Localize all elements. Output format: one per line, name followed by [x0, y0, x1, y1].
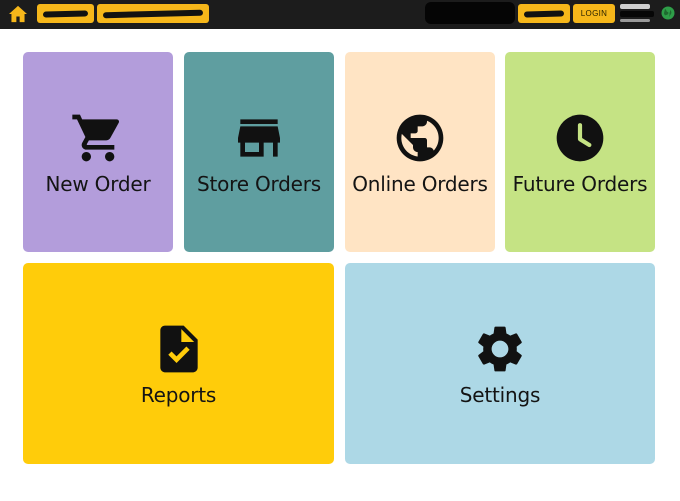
login-button[interactable]: LOGIN [573, 4, 615, 23]
top-bar: LOGIN [0, 0, 680, 29]
store-orders-tile[interactable]: Store Orders [184, 52, 334, 252]
new-order-label: New Order [45, 172, 151, 196]
online-orders-label: Online Orders [352, 172, 488, 196]
globe-icon[interactable] [661, 6, 675, 20]
store-orders-label: Store Orders [196, 172, 322, 196]
reports-label: Reports [140, 383, 217, 407]
new-order-tile[interactable]: New Order [23, 52, 173, 252]
globe-icon [396, 114, 444, 162]
gear-icon [478, 326, 522, 372]
redacted-terminal[interactable] [518, 4, 570, 23]
redacted-store-name[interactable] [37, 4, 94, 23]
clock-icon [556, 114, 604, 162]
reports-tile[interactable]: Reports [23, 263, 334, 464]
future-orders-tile[interactable]: Future Orders [505, 52, 655, 252]
cart-icon [72, 114, 120, 162]
online-orders-tile[interactable]: Online Orders [345, 52, 495, 252]
settings-tile[interactable]: Settings [345, 263, 655, 464]
store-icon [238, 119, 280, 157]
redacted-info [425, 2, 515, 24]
report-icon [159, 325, 198, 373]
home-icon [9, 5, 27, 23]
redacted-user-name[interactable] [97, 4, 209, 23]
datetime-redacted [620, 3, 658, 22]
settings-label: Settings [459, 383, 541, 407]
future-orders-label: Future Orders [512, 172, 648, 196]
home-button[interactable] [6, 3, 30, 25]
